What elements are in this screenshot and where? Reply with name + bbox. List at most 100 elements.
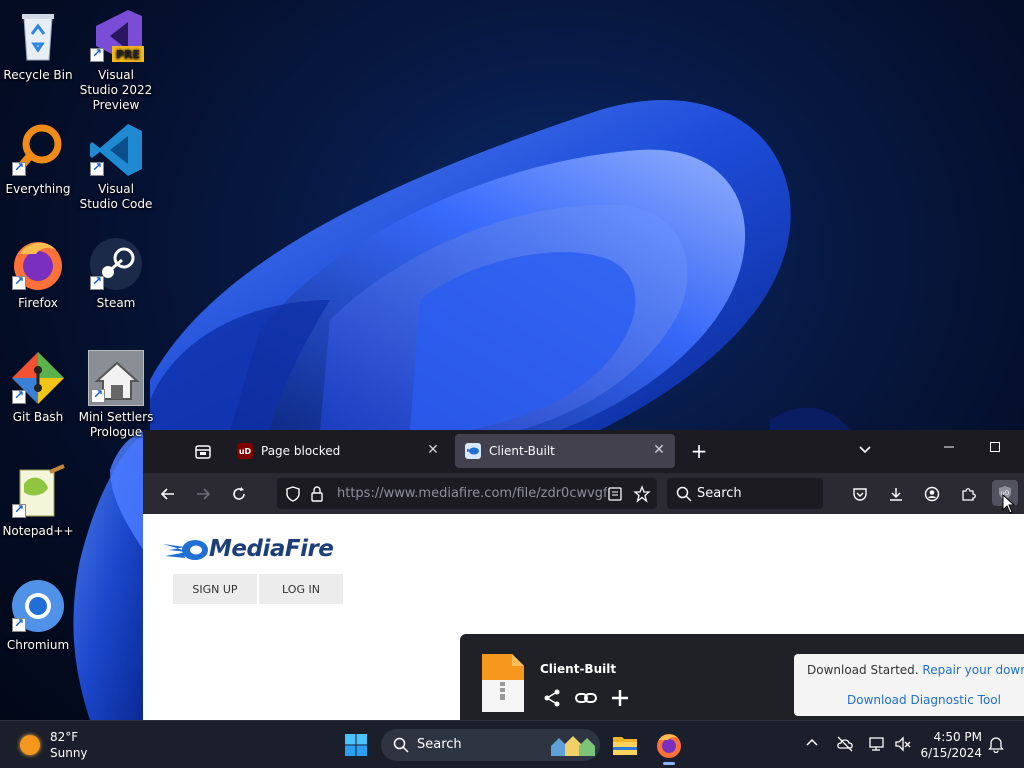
git-bash-icon — [10, 350, 66, 406]
download-started-notice: Download Started. Repair your download D… — [794, 654, 1024, 716]
arrow-right-icon — [197, 488, 211, 500]
account-button[interactable] — [921, 483, 943, 505]
desktop-icon-notepad-plus-plus[interactable]: Notepad++ — [0, 464, 76, 539]
desktop-icon-everything[interactable]: Everything — [0, 122, 76, 197]
url-text: https://www.mediafire.com/file/zdr0cwvgf — [337, 486, 607, 501]
desktop-icon-label: Steam — [96, 296, 136, 310]
taskbar-search-placeholder: Search — [417, 737, 462, 752]
pocket-button[interactable] — [849, 483, 871, 505]
shortcut-arrow-icon — [12, 274, 26, 290]
extensions-button[interactable] — [957, 483, 979, 505]
firefox-icon — [657, 734, 681, 758]
download-started-text: Download Started. — [807, 663, 919, 677]
desktop-icon-vscode[interactable]: Visual Studio Code — [78, 122, 154, 212]
sign-up-button[interactable]: SIGN UP — [173, 574, 257, 604]
cloud-off-icon — [837, 736, 853, 752]
mediafire-logo[interactable]: MediaFire — [163, 536, 343, 564]
diagnostic-tool-link[interactable]: Download Diagnostic Tool — [847, 693, 1001, 707]
lock-icon[interactable] — [310, 486, 324, 502]
tab-client-built[interactable]: Client-Built ✕ — [455, 434, 675, 468]
share-icon — [544, 689, 560, 707]
desktop-icon-label: Git Bash — [12, 410, 64, 424]
windows-logo-icon — [345, 734, 367, 756]
running-indicator — [663, 762, 675, 765]
back-button[interactable] — [157, 483, 179, 505]
onedrive-tray-button[interactable] — [836, 735, 856, 755]
taskbar: 82°F Sunny Search 4:50 PM 6/15/2024 — [0, 720, 1024, 768]
volume-tray-button[interactable] — [894, 735, 914, 755]
clock-time: 4:50 PM — [933, 730, 982, 744]
steam-icon — [88, 236, 144, 292]
desktop-icon-mini-settlers[interactable]: Mini Settlers Prologue — [78, 350, 154, 440]
clock-date: 6/15/2024 — [920, 746, 982, 760]
notifications-button[interactable] — [988, 735, 1008, 755]
reader-view-icon[interactable] — [607, 486, 623, 502]
new-tab-button[interactable]: + — [689, 441, 709, 461]
desktop-icon-steam[interactable]: Steam — [78, 236, 154, 311]
sun-icon — [20, 735, 40, 755]
mouse-cursor-icon — [1002, 494, 1016, 514]
download-panel: Client-Built Download Started. Repair yo… — [460, 634, 1024, 720]
mini-settlers-icon — [88, 350, 144, 406]
chromium-icon — [10, 578, 66, 634]
maximize-button[interactable] — [983, 440, 1007, 462]
search-placeholder: Search — [697, 486, 742, 501]
desktop-icon-label: Firefox — [18, 296, 58, 310]
system-clock[interactable]: 4:50 PM 6/15/2024 — [920, 729, 982, 761]
desktop-icon-visual-studio-preview[interactable]: PRE Visual Studio 2022 Preview — [78, 8, 154, 113]
address-bar[interactable]: https://www.mediafire.com/file/zdr0cwvgf — [277, 478, 657, 509]
search-bar[interactable]: Search — [667, 478, 823, 509]
close-tab-icon[interactable]: ✕ — [651, 442, 667, 458]
desktop-icon-label: Everything — [5, 182, 71, 196]
desktop-icon-git-bash[interactable]: Git Bash — [0, 350, 76, 425]
desktop-icon-label: Visual Studio Code — [79, 182, 153, 211]
link-icon — [575, 693, 597, 703]
bookmark-star-icon[interactable] — [633, 485, 651, 503]
start-button[interactable] — [344, 733, 368, 757]
list-all-tabs-button[interactable] — [855, 441, 875, 461]
mediafire-icon — [465, 443, 481, 459]
firefox-window: uD Page blocked ✕ Client-Built ✕ + https… — [143, 430, 1024, 720]
reload-button[interactable] — [228, 483, 250, 505]
downloads-button[interactable] — [885, 483, 907, 505]
firefox-view-button[interactable] — [193, 442, 213, 462]
minimize-button[interactable] — [937, 440, 961, 462]
desktop-icon-firefox[interactable]: Firefox — [0, 236, 76, 311]
taskbar-firefox[interactable] — [654, 730, 684, 765]
add-to-account-button[interactable] — [610, 688, 630, 708]
weather-condition: Sunny — [50, 746, 88, 760]
share-button[interactable] — [542, 688, 562, 708]
network-tray-button[interactable] — [868, 735, 888, 755]
download-icon — [890, 488, 902, 501]
page-content: MediaFire SIGN UP LOG IN Client-Built Do… — [143, 514, 1024, 720]
taskbar-search[interactable]: Search — [381, 729, 600, 761]
forward-button[interactable] — [192, 483, 214, 505]
arrow-left-icon — [160, 488, 174, 500]
search-icon — [393, 737, 409, 753]
vscode-icon — [88, 122, 144, 178]
tab-page-blocked[interactable]: uD Page blocked ✕ — [227, 434, 449, 468]
close-tab-icon[interactable]: ✕ — [425, 442, 441, 458]
show-hidden-icons-button[interactable] — [804, 735, 824, 755]
shortcut-arrow-icon — [90, 46, 104, 62]
shortcut-arrow-icon — [90, 160, 104, 176]
shortcut-arrow-icon — [12, 388, 26, 404]
desktop-icon-chromium[interactable]: Chromium — [0, 578, 76, 653]
search-icon — [676, 486, 692, 502]
log-in-button[interactable]: LOG IN — [259, 574, 343, 604]
visual-studio-preview-icon: PRE — [88, 8, 144, 64]
repair-download-link[interactable]: Repair your download — [922, 663, 1024, 677]
notepad-plus-plus-icon — [10, 464, 66, 520]
copy-link-button[interactable] — [575, 688, 597, 708]
shield-icon[interactable] — [285, 486, 301, 502]
desktop-icon-recycle-bin[interactable]: Recycle Bin — [0, 8, 76, 83]
taskbar-file-explorer[interactable] — [610, 730, 640, 760]
network-icon — [869, 737, 884, 751]
shortcut-arrow-icon — [12, 160, 26, 176]
tab-title: Client-Built — [489, 444, 555, 458]
everything-search-icon — [10, 122, 66, 178]
shortcut-arrow-icon — [12, 502, 26, 518]
tab-strip: uD Page blocked ✕ Client-Built ✕ + — [143, 430, 1024, 473]
download-file-name: Client-Built — [540, 662, 617, 676]
chevron-up-icon — [806, 738, 818, 746]
